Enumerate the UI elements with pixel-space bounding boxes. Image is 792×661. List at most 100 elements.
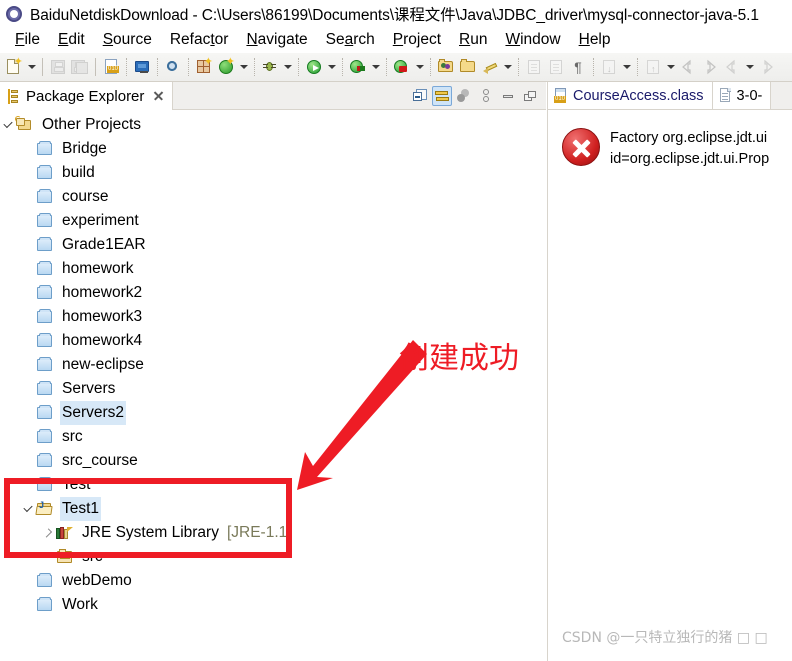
menu-window[interactable]: Window	[496, 31, 569, 49]
tree-item-label: Other Projects	[42, 116, 142, 133]
menu-refactor[interactable]: Refactor	[161, 31, 238, 49]
tree-item-suffix: [JRE-1.1]	[226, 524, 292, 541]
next-annotation-icon[interactable]	[523, 56, 545, 78]
tree-twisty-spacer	[20, 137, 36, 161]
chain-icon[interactable]	[476, 86, 496, 106]
history-forward-icon[interactable]	[756, 56, 778, 78]
run-dropdown-icon[interactable]	[325, 56, 338, 78]
tree-item-experiment[interactable]: experiment	[0, 209, 546, 233]
previous-edit-icon[interactable]: ↑	[642, 56, 664, 78]
tree-item-src[interactable]: src	[0, 425, 546, 449]
tree-twisty-open-icon[interactable]	[0, 113, 16, 137]
back-icon[interactable]	[677, 56, 699, 78]
menu-navigate[interactable]: Navigate	[237, 31, 316, 49]
editor-tabbar: 010 CourseAccess.class 3-0-	[548, 82, 792, 110]
debug-dropdown-icon[interactable]	[281, 56, 294, 78]
menu-run[interactable]: Run	[450, 31, 496, 49]
maximize-icon[interactable]	[520, 86, 540, 106]
run-configurations-icon[interactable]	[391, 56, 413, 78]
menu-file[interactable]: File	[6, 31, 49, 49]
menu-source[interactable]: Source	[94, 31, 161, 49]
tree-item-label: src	[62, 428, 83, 445]
skip-breakpoints-icon[interactable]	[162, 56, 184, 78]
folder-icon	[36, 236, 54, 254]
open-console-icon[interactable]	[131, 56, 153, 78]
external-tools-dropdown-icon[interactable]	[237, 56, 250, 78]
text-file-icon	[719, 88, 732, 103]
external-tools-icon[interactable]: ✦	[215, 56, 237, 78]
tree-twisty-open-icon[interactable]	[20, 497, 36, 521]
tree-item-other-projects[interactable]: Other Projects	[0, 113, 546, 137]
folder-icon	[36, 572, 54, 590]
tree-twisty-closed-icon[interactable]	[40, 521, 56, 545]
tree-item-bridge[interactable]: Bridge	[0, 137, 546, 161]
open-element-dropdown-icon[interactable]	[620, 56, 633, 78]
tree-item-label: JRE System Library	[82, 524, 219, 541]
save-all-icon[interactable]	[69, 56, 91, 78]
forward-icon[interactable]	[699, 56, 721, 78]
eclipse-window: BaiduNetdiskDownload - C:\Users\86199\Do…	[0, 0, 792, 661]
close-icon[interactable]	[152, 90, 164, 102]
run-config-dropdown-icon[interactable]	[413, 56, 426, 78]
tree-item-src[interactable]: src	[0, 545, 546, 569]
tree-item-build[interactable]: build	[0, 161, 546, 185]
collapse-all-icon[interactable]	[410, 86, 430, 106]
run-as-dropdown-icon[interactable]	[369, 56, 382, 78]
tree-item-homework2[interactable]: homework2	[0, 281, 546, 305]
tree-item-grade1ear[interactable]: Grade1EAR	[0, 233, 546, 257]
menu-edit[interactable]: Edit	[49, 31, 94, 49]
editor-tab-courseaccess[interactable]: 010 CourseAccess.class	[548, 82, 713, 109]
tree-item-homework3[interactable]: homework3	[0, 305, 546, 329]
tree-item-label: homework2	[62, 284, 143, 301]
run-icon[interactable]	[303, 56, 325, 78]
tree-item-src-course[interactable]: src_course	[0, 449, 546, 473]
tree-item-jre-system-library[interactable]: JRE System Library [JRE-1.1]	[0, 521, 546, 545]
debug-icon[interactable]	[259, 56, 281, 78]
tree-item-webdemo[interactable]: webDemo	[0, 569, 546, 593]
menu-edit-rest: dit	[68, 31, 85, 48]
new-java-package-icon[interactable]: ✦	[193, 56, 215, 78]
edit-icon[interactable]	[479, 56, 501, 78]
new-wizard-icon[interactable]: ✦	[3, 56, 25, 78]
tree-item-course[interactable]: course	[0, 185, 546, 209]
toggle-breakpoint-icon[interactable]: 010	[100, 56, 122, 78]
folder-icon	[36, 164, 54, 182]
folder-icon	[36, 428, 54, 446]
tree-item-servers2[interactable]: Servers2	[0, 401, 546, 425]
history-dropdown-icon[interactable]	[743, 56, 756, 78]
tree-twisty-spacer	[20, 209, 36, 233]
open-type-icon[interactable]	[435, 56, 457, 78]
minimize-icon[interactable]	[498, 86, 518, 106]
editor-tab-3-0[interactable]: 3-0-	[712, 82, 772, 109]
tree-item-label: homework4	[62, 332, 143, 349]
link-with-editor-icon[interactable]	[432, 86, 452, 106]
tree-item-servers[interactable]: Servers	[0, 377, 546, 401]
editor-area: 010 CourseAccess.class 3-0- Factory org.…	[547, 82, 792, 661]
view-menu-icon[interactable]	[454, 86, 474, 106]
tree-item-work[interactable]: Work	[0, 593, 546, 617]
new-dropdown-icon[interactable]	[25, 56, 38, 78]
project-tree[interactable]: Other Projects Bridge build course experimen…	[0, 110, 546, 661]
folder-icon	[36, 140, 54, 158]
open-task-icon[interactable]	[457, 56, 479, 78]
menu-help[interactable]: Help	[570, 31, 620, 49]
tree-item-test1[interactable]: J Test1	[0, 497, 546, 521]
tree-item-homework[interactable]: homework	[0, 257, 546, 281]
history-back-icon[interactable]	[721, 56, 743, 78]
previous-annotation-icon[interactable]	[545, 56, 567, 78]
run-as-server-icon[interactable]	[347, 56, 369, 78]
tree-twisty-spacer	[20, 401, 36, 425]
tree-item-test[interactable]: Test	[0, 473, 546, 497]
save-icon[interactable]	[47, 56, 69, 78]
edit-dropdown-icon[interactable]	[501, 56, 514, 78]
previous-edit-dropdown-icon[interactable]	[664, 56, 677, 78]
menu-project[interactable]: Project	[384, 31, 450, 49]
package-explorer-icon	[6, 88, 20, 104]
open-element-icon[interactable]: ↓	[598, 56, 620, 78]
tree-item-label: Work	[62, 596, 98, 613]
menu-search[interactable]: Search	[317, 31, 384, 49]
editor-tab-courseaccess-label: CourseAccess.class	[573, 87, 704, 104]
tree-item-label: webDemo	[62, 572, 132, 589]
tab-package-explorer[interactable]: Package Explorer	[0, 82, 174, 110]
show-whitespace-icon[interactable]: ¶	[567, 56, 589, 78]
